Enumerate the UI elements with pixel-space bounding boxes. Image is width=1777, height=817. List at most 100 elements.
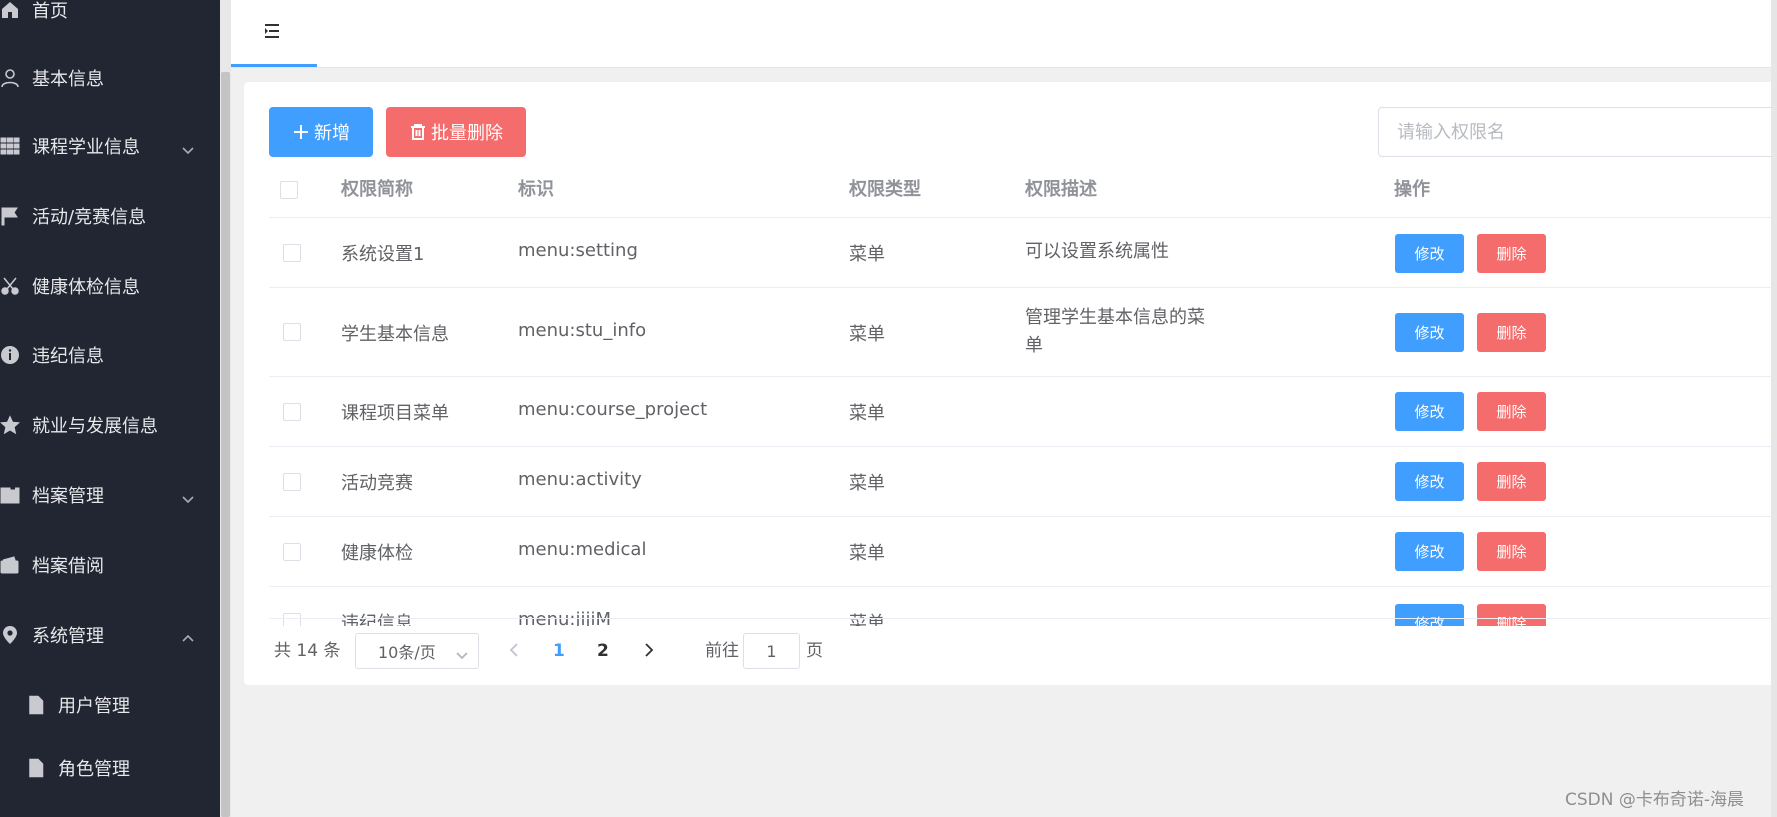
collapse-menu-icon[interactable] xyxy=(262,21,282,41)
sidebar-item-borrow[interactable]: 档案借阅 xyxy=(0,537,220,593)
edit-button[interactable]: 修改 xyxy=(1395,313,1464,352)
sidebar-item-system[interactable]: 系统管理 xyxy=(0,607,220,663)
archive-icon xyxy=(0,485,26,505)
page-number-active[interactable]: 1 xyxy=(553,617,565,685)
plus-icon xyxy=(292,123,310,141)
grid-icon xyxy=(0,136,26,156)
document-icon xyxy=(26,758,52,778)
document-icon xyxy=(26,695,52,715)
trash-icon xyxy=(409,123,427,141)
sidebar-item-basic-info[interactable]: 基本信息 xyxy=(0,50,220,106)
search-input[interactable] xyxy=(1378,107,1777,157)
cell-name: 系统设置1 xyxy=(341,244,425,265)
edit-button[interactable]: 修改 xyxy=(1395,462,1464,501)
cell-name: 活动竞赛 xyxy=(341,473,413,494)
edit-button[interactable]: 修改 xyxy=(1395,234,1464,273)
sidebar: 首页 基本信息 课程学业信息 活动/竞赛信息 健康体检信息 违纪信息 就业与发展… xyxy=(0,0,220,817)
scrollbar-thumb[interactable] xyxy=(221,72,230,817)
sidebar-item-label: 基本信息 xyxy=(32,69,104,90)
main-scrollbar[interactable] xyxy=(220,0,231,817)
sidebar-item-employment[interactable]: 就业与发展信息 xyxy=(0,397,220,453)
star-icon xyxy=(0,415,26,435)
sidebar-item-label: 活动/竞赛信息 xyxy=(32,207,147,228)
chevron-down-icon xyxy=(182,140,194,155)
scissors-icon xyxy=(0,276,26,296)
location-icon xyxy=(0,625,26,645)
table-row: 健康体检 menu:medical 菜单 修改 删除 xyxy=(269,517,1777,587)
chevron-down-icon xyxy=(456,646,468,660)
page-number[interactable]: 2 xyxy=(597,617,609,685)
cell-key: menu:setting xyxy=(518,240,638,261)
pagination: 共 14 条 10条/页 1 2 前往 页 xyxy=(244,617,1777,685)
batch-delete-label: 批量删除 xyxy=(431,123,503,144)
cell-key: menu:course_project xyxy=(518,399,708,420)
page-scrollbar[interactable] xyxy=(1771,0,1777,817)
delete-button[interactable]: 删除 xyxy=(1477,234,1546,273)
header-ops: 操作 xyxy=(1394,179,1430,200)
sidebar-item-label: 违纪信息 xyxy=(32,346,104,367)
sidebar-item-user-management[interactable]: 用户管理 xyxy=(0,677,220,733)
cell-desc: 管理学生基本信息的菜单 xyxy=(1025,307,1205,356)
delete-button[interactable]: 删除 xyxy=(1477,313,1546,352)
delete-button[interactable]: 删除 xyxy=(1477,392,1546,431)
cell-type: 菜单 xyxy=(849,543,885,564)
header-key: 标识 xyxy=(518,179,554,200)
sidebar-item-label: 用户管理 xyxy=(58,696,130,717)
sidebar-item-health[interactable]: 健康体检信息 xyxy=(0,258,220,314)
cell-type: 菜单 xyxy=(849,473,885,494)
sidebar-item-archive[interactable]: 档案管理 xyxy=(0,467,220,523)
cell-type: 菜单 xyxy=(849,403,885,424)
cell-key: menu:medical xyxy=(518,539,647,560)
select-all-checkbox[interactable] xyxy=(280,181,298,199)
next-page-button[interactable] xyxy=(641,642,657,658)
row-checkbox[interactable] xyxy=(283,323,301,341)
table-body: 系统设置1 menu:setting 菜单 可以设置系统属性 修改 删除 学生基… xyxy=(269,218,1777,626)
permission-panel: 新增 批量删除 权限简称 标识 权限类型 权限描述 操作 系统设置1 menu:… xyxy=(244,82,1777,685)
table-row: 系统设置1 menu:setting 菜单 可以设置系统属性 修改 删除 xyxy=(269,218,1777,288)
edit-button[interactable]: 修改 xyxy=(1395,392,1464,431)
cell-type: 菜单 xyxy=(849,324,885,345)
table-row: 学生基本信息 menu:stu_info 菜单 管理学生基本信息的菜单 修改 删… xyxy=(269,288,1777,377)
delete-button[interactable]: 删除 xyxy=(1477,462,1546,501)
prev-page-button[interactable] xyxy=(506,642,522,658)
goto-label: 前往 xyxy=(705,641,739,661)
add-button-label: 新增 xyxy=(314,123,350,144)
chevron-down-icon xyxy=(182,489,194,504)
active-tab-indicator xyxy=(231,64,317,67)
sidebar-item-activity[interactable]: 活动/竞赛信息 xyxy=(0,188,220,244)
cell-name: 健康体检 xyxy=(341,543,413,564)
page-size-value: 10条/页 xyxy=(378,643,436,662)
top-bar xyxy=(231,0,1777,68)
add-button[interactable]: 新增 xyxy=(269,107,373,157)
chevron-up-icon xyxy=(182,629,194,642)
delete-button[interactable]: 删除 xyxy=(1477,532,1546,571)
cell-key: menu:activity xyxy=(518,469,642,490)
wallet-icon xyxy=(0,555,26,575)
flag-icon xyxy=(0,206,26,226)
edit-button[interactable]: 修改 xyxy=(1395,532,1464,571)
page-size-select[interactable]: 10条/页 xyxy=(355,633,479,669)
row-checkbox[interactable] xyxy=(283,473,301,491)
header-type: 权限类型 xyxy=(849,179,921,200)
batch-delete-button[interactable]: 批量删除 xyxy=(386,107,526,157)
cell-desc: 可以设置系统属性 xyxy=(1025,241,1169,262)
cell-key: menu:stu_info xyxy=(518,320,647,341)
cell-name: 学生基本信息 xyxy=(341,324,449,345)
sidebar-item-label: 首页 xyxy=(32,1,68,22)
cell-type: 菜单 xyxy=(849,244,885,265)
row-checkbox[interactable] xyxy=(283,403,301,421)
sidebar-item-discipline[interactable]: 违纪信息 xyxy=(0,327,220,383)
sidebar-item-label: 课程学业信息 xyxy=(32,137,140,158)
table-row: 活动竞赛 menu:activity 菜单 修改 删除 xyxy=(269,447,1777,517)
goto-suffix: 页 xyxy=(806,641,823,661)
sidebar-item-label: 就业与发展信息 xyxy=(32,416,158,437)
sidebar-item-home[interactable]: 首页 xyxy=(0,0,220,38)
row-checkbox[interactable] xyxy=(283,244,301,262)
goto-page-input[interactable] xyxy=(743,633,800,669)
row-checkbox[interactable] xyxy=(283,543,301,561)
sidebar-item-role-management[interactable]: 角色管理 xyxy=(0,740,220,796)
header-name: 权限简称 xyxy=(341,179,413,200)
info-icon xyxy=(0,345,26,365)
sidebar-item-course[interactable]: 课程学业信息 xyxy=(0,118,220,174)
sidebar-item-label: 档案管理 xyxy=(32,486,104,507)
